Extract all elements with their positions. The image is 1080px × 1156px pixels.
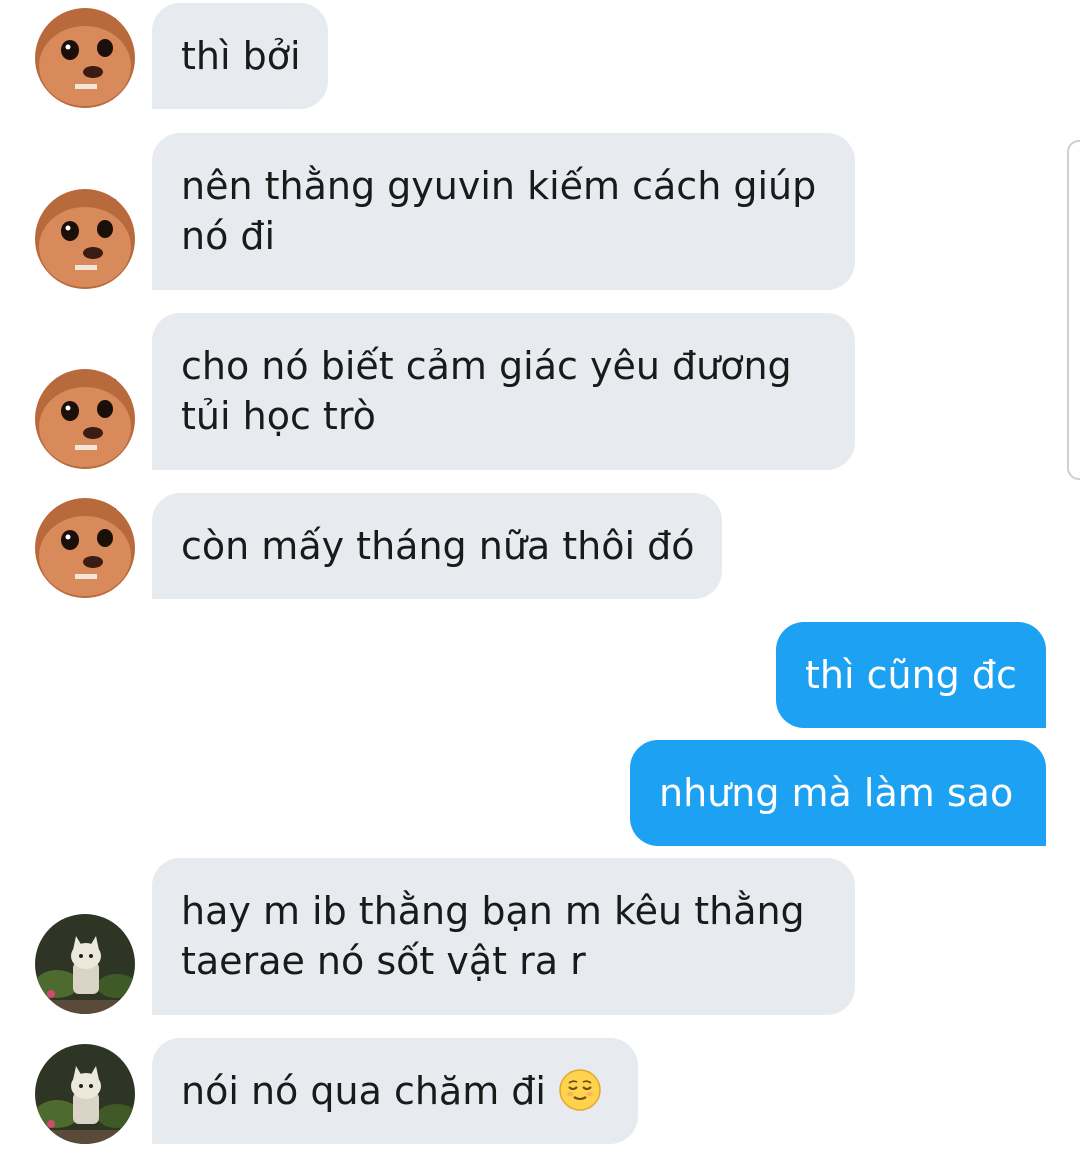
chihuahua-icon xyxy=(35,369,135,469)
message-bubble[interactable]: nên thằng gyuvin kiếm cách giúp nó đi xyxy=(152,133,855,290)
chihuahua-avatar[interactable] xyxy=(35,498,135,598)
message-bubble[interactable]: thì cũng đc xyxy=(776,622,1046,728)
message-text: nên thằng gyuvin kiếm cách giúp xyxy=(181,164,817,208)
message-bubble[interactable]: cho nó biết cảm giác yêu đương tủi học t… xyxy=(152,313,855,470)
message-text: taerae nó sốt vật ra r xyxy=(181,939,586,983)
cat-figurine-icon xyxy=(35,914,135,1014)
scroll-handle[interactable] xyxy=(1067,140,1080,480)
message-text: tủi học trò xyxy=(181,394,376,438)
chihuahua-icon xyxy=(35,498,135,598)
message-bubble[interactable]: hay m ib thằng bạn m kêu thằng taerae nó… xyxy=(152,858,855,1015)
message-text: còn mấy tháng nữa thôi đó xyxy=(181,524,695,568)
chihuahua-avatar[interactable] xyxy=(35,369,135,469)
message-bubble[interactable]: thì bởi xyxy=(152,3,328,109)
message-text: hay m ib thằng bạn m kêu thằng xyxy=(181,889,805,933)
message-bubble[interactable]: nói nó qua chăm đi xyxy=(152,1038,638,1144)
message-text: nhưng mà làm sao xyxy=(659,771,1014,815)
message-text: thì bởi xyxy=(181,34,301,78)
relieved-face-emoji xyxy=(559,1069,601,1111)
message-bubble[interactable]: nhưng mà làm sao xyxy=(630,740,1046,846)
message-text: thì cũng đc xyxy=(805,653,1017,697)
chihuahua-avatar[interactable] xyxy=(35,189,135,289)
chihuahua-icon xyxy=(35,8,135,108)
cat-plant-avatar[interactable] xyxy=(35,914,135,1014)
cat-figurine-icon xyxy=(35,1044,135,1144)
chihuahua-icon xyxy=(35,189,135,289)
message-text: nói nó qua chăm đi xyxy=(181,1069,546,1113)
message-text: nó đi xyxy=(181,214,276,258)
message-bubble[interactable]: còn mấy tháng nữa thôi đó xyxy=(152,493,722,599)
chihuahua-avatar[interactable] xyxy=(35,8,135,108)
message-text: cho nó biết cảm giác yêu đương xyxy=(181,344,792,388)
cat-plant-avatar[interactable] xyxy=(35,1044,135,1144)
